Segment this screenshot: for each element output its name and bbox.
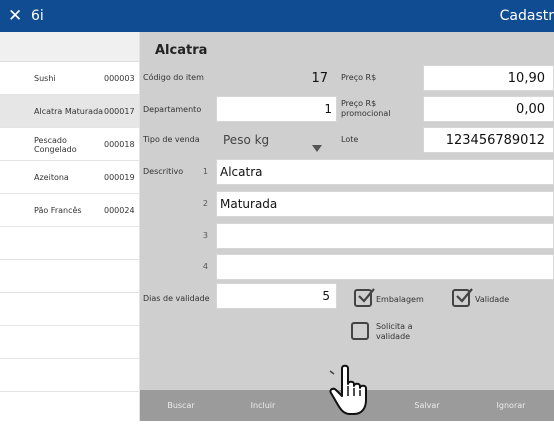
buscar-button[interactable]: Buscar: [140, 390, 222, 421]
preco-value: 10,90: [507, 70, 545, 86]
list-item-name: [34, 359, 104, 392]
list-item-code: 000019: [104, 173, 135, 182]
departamento-input[interactable]: 1: [216, 96, 337, 122]
descritivo-input[interactable]: [216, 223, 554, 249]
list-item-name: [34, 227, 104, 260]
list-item-name: Sushi: [34, 74, 56, 83]
tipo-venda-label: Tipo de venda: [143, 135, 200, 144]
preco-promo-label: Preço R$ promocional: [341, 99, 390, 119]
list-item[interactable]: Alcatra Maturada 000017: [0, 95, 139, 128]
descritivo-value: Maturada: [220, 197, 278, 211]
item-form: Alcatra Código do item 17 Preço R$ 10,90…: [140, 32, 554, 421]
item-list: Sushi 000003 Alcatra Maturada 000017 Pescado…: [0, 32, 140, 421]
validade-label: Validade: [475, 295, 510, 304]
descritivo-value: Alcatra: [220, 165, 263, 179]
list-item-name: [34, 260, 104, 293]
list-item-name: Alcatra Maturada: [34, 107, 104, 116]
lote-value: 123456789012: [445, 132, 545, 148]
descritivo-input[interactable]: Maturada: [216, 191, 554, 217]
ignorar-button[interactable]: Ignorar: [468, 390, 554, 421]
list-item-code: 000017: [104, 107, 135, 116]
check-icon: [358, 288, 375, 303]
salvar-button[interactable]: Salvar: [386, 390, 468, 421]
solicita-validade-checkbox[interactable]: [351, 322, 369, 340]
preco-label: Preço R$: [341, 73, 377, 82]
departamento-label: Departamento: [143, 105, 202, 114]
descritivo-line-number: 1: [202, 167, 208, 176]
dias-validade-value: 5: [322, 289, 330, 303]
list-item[interactable]: [0, 359, 139, 392]
descritivo-input[interactable]: Alcatra: [216, 159, 554, 185]
list-item[interactable]: Sushi 000003: [0, 62, 139, 95]
preco-promo-value: 0,00: [516, 101, 545, 117]
tipo-venda-value: Peso kg: [223, 133, 270, 147]
embalagem-label: Embalagem: [376, 295, 424, 304]
list-item-name: Pão Francês: [34, 206, 82, 215]
list-item-code: 000003: [104, 74, 135, 83]
list-item-name: [34, 293, 104, 326]
list-item[interactable]: [0, 293, 139, 326]
descritivo-input[interactable]: [216, 254, 554, 280]
list-item[interactable]: Pão Francês 000024: [0, 194, 139, 227]
incluir-button[interactable]: Incluir: [222, 390, 304, 421]
title-bar: ✕ 6i Cadastr: [0, 0, 554, 32]
screen-title: Cadastr: [499, 8, 554, 24]
codigo-value: 17: [311, 70, 328, 86]
list-item[interactable]: Azeitona 000019: [0, 161, 139, 194]
codigo-label: Código do item: [143, 73, 204, 82]
preco-promo-input[interactable]: 0,00: [423, 96, 554, 122]
solicita-validade-label: Solicita a validade: [376, 322, 413, 342]
descritivo-line-number: 2: [202, 199, 208, 208]
solicita-label-line2: validade: [376, 332, 411, 341]
lote-input[interactable]: 123456789012: [423, 127, 554, 153]
close-icon[interactable]: ✕: [8, 6, 22, 26]
hand-pointer-icon: [328, 364, 372, 424]
list-item[interactable]: Pescado Congelado 000018: [0, 128, 139, 161]
list-item-name: Pescado Congelado: [34, 135, 77, 154]
list-item[interactable]: [0, 227, 139, 260]
embalagem-checkbox[interactable]: [354, 288, 375, 307]
codigo-field: 17: [216, 65, 337, 91]
list-item[interactable]: [0, 260, 139, 293]
preco-input[interactable]: 10,90: [423, 65, 554, 91]
preco-promo-label-line1: Preço R$: [341, 99, 377, 108]
descritivo-line-number: 3: [202, 231, 208, 240]
descritivo-line-number: 4: [202, 262, 208, 271]
item-title: Alcatra: [155, 43, 208, 58]
dropdown-arrow-icon[interactable]: [312, 137, 322, 156]
tipo-venda-select[interactable]: Peso kg: [216, 127, 337, 153]
item-list-header: [0, 32, 139, 62]
screen-code: 6i: [31, 8, 44, 24]
preco-promo-label-line2: promocional: [341, 109, 391, 118]
list-item[interactable]: [0, 326, 139, 359]
list-item-name: Azeitona: [34, 173, 69, 182]
dias-validade-input[interactable]: 5: [216, 283, 337, 309]
list-item-code: 000024: [104, 206, 135, 215]
list-item-name: [34, 326, 104, 359]
departamento-value: 1: [324, 102, 332, 116]
lote-label: Lote: [341, 135, 359, 144]
descritivo-label: Descritivo: [143, 167, 184, 176]
solicita-label-line1: Solicita a: [376, 322, 413, 331]
validade-checkbox[interactable]: [452, 288, 473, 307]
list-item-code: 000018: [104, 140, 135, 149]
dias-validade-label: Dias de validade: [143, 294, 210, 303]
check-icon: [456, 288, 473, 303]
